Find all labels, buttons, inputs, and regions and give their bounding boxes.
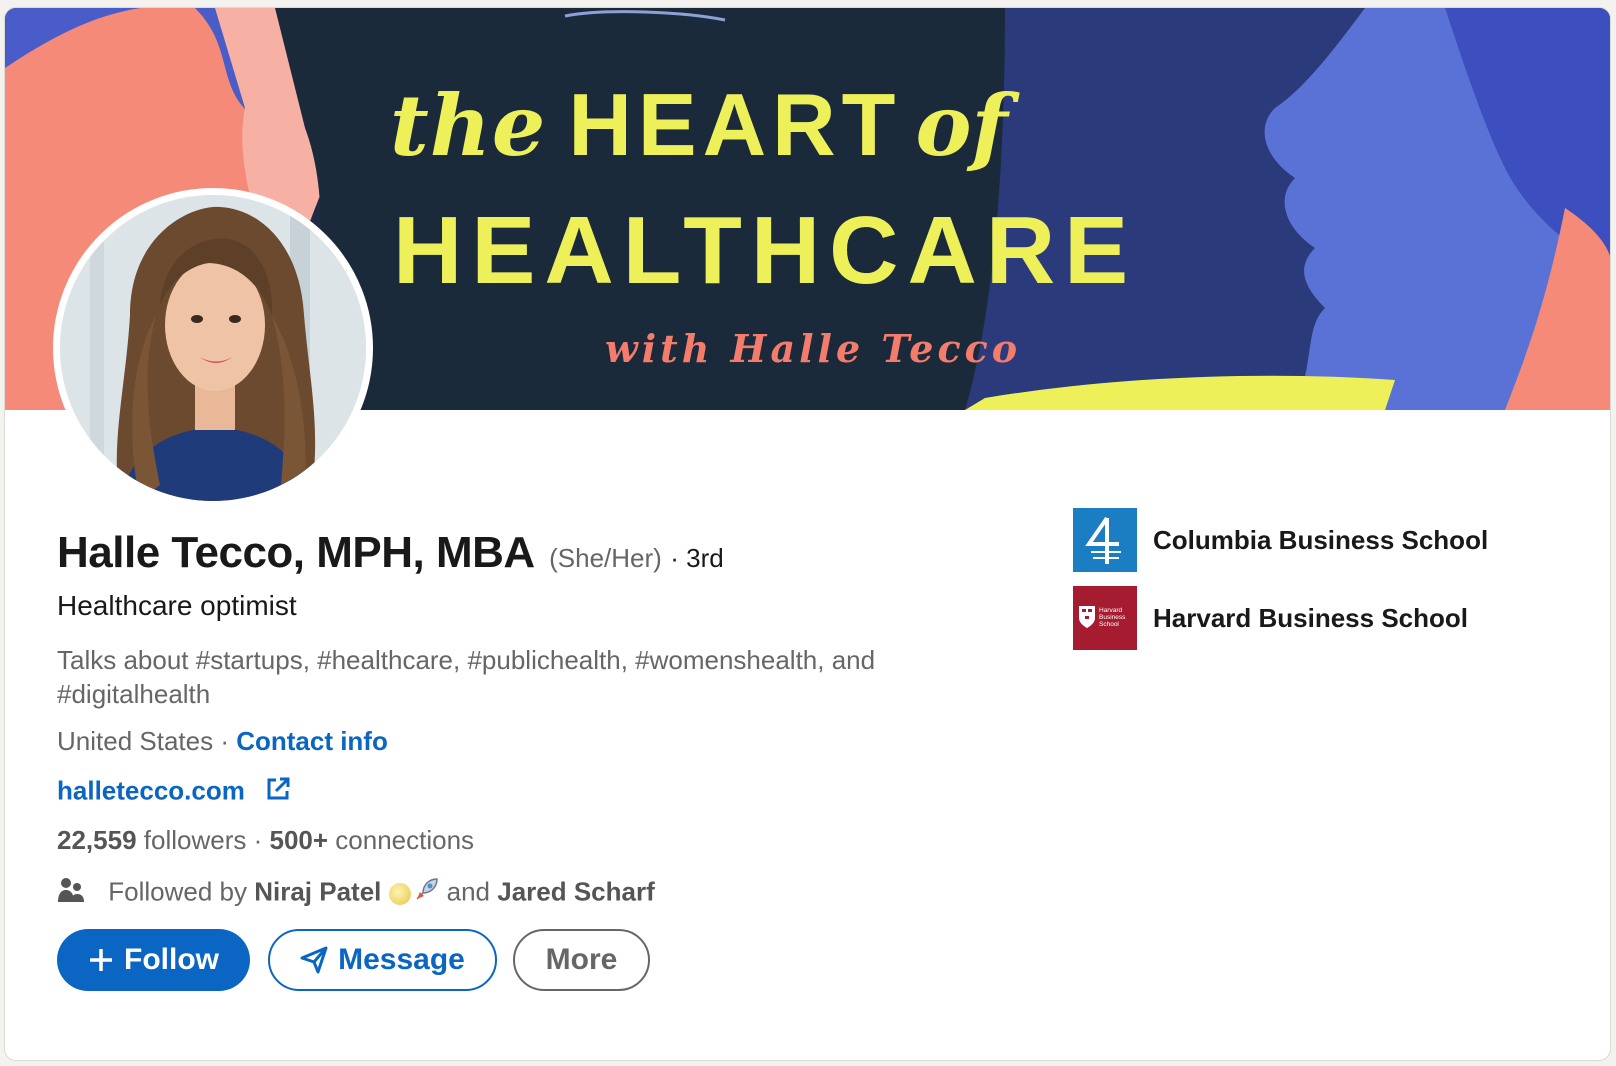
harvard-logo-icon: Harvard Business School [1073,586,1137,650]
followed-by-row[interactable]: Followed by Niraj Patel and Jared Scharf [57,876,655,911]
stats-separator: · [253,825,270,855]
moon-emoji-icon [389,882,412,905]
followers-count: 22,559 [57,825,137,855]
more-button[interactable]: More [513,929,650,991]
name-row: Halle Tecco, MPH, MBA (She/Her) · 3rd [57,528,724,578]
website-row: halletecco.com [57,775,292,810]
profile-card: theHEARTof HEALTHCARE with Halle Tecco [4,7,1611,1061]
profile-avatar[interactable] [53,188,373,508]
followers-label: followers [143,825,247,855]
message-button[interactable]: Message [268,929,497,991]
contact-info-link[interactable]: Contact info [236,726,388,756]
svg-text:Harvard: Harvard [1099,607,1123,614]
stats-row: 22,559 followers · 500+ connections [57,825,474,856]
plus-icon [90,949,112,971]
education-name: Harvard Business School [1153,602,1468,633]
follower-name-2: Jared Scharf [497,876,655,907]
follow-button[interactable]: Follow [57,929,250,991]
external-link-icon[interactable] [264,775,292,810]
banner-word-heart: HEART [568,75,902,174]
profile-pronouns: (She/Her) [549,543,662,573]
connections-count[interactable]: 500+ [269,825,328,855]
follow-button-label: Follow [124,943,219,976]
columbia-logo-icon [1073,508,1137,572]
banner-word-the: the [390,76,547,175]
more-button-label: More [545,943,618,976]
education-item-columbia[interactable]: Columbia Business School [1073,508,1488,572]
people-icon [57,876,85,911]
profile-location: United States [57,726,214,756]
followed-by-prefix: Followed by [108,876,247,907]
rocket-emoji-icon [413,877,439,910]
banner-title-line2: HEALTHCARE [393,197,1138,304]
website-link[interactable]: halletecco.com [57,775,245,805]
banner-title-line1: the HEART of [390,74,1008,176]
banner-subtitle: with Halle Tecco [605,326,1022,371]
location-row: United States · Contact info [57,726,388,757]
talks-about: Talks about #startups, #healthcare, #pub… [57,645,876,709]
send-icon [300,946,328,974]
connections-label[interactable]: connections [335,825,474,855]
avatar-photo [60,195,366,501]
profile-name: Halle Tecco, MPH, MBA [57,528,535,577]
followed-by-and: and [446,876,490,907]
svg-text:School: School [1099,621,1119,628]
education-name: Columbia Business School [1153,524,1489,555]
location-separator: · [213,726,237,756]
message-button-label: Message [338,943,465,976]
svg-text:Business: Business [1099,614,1126,621]
banner-word-of: of [915,76,1008,175]
profile-headline: Healthcare optimist [57,590,297,621]
education-item-harvard[interactable]: Harvard Business School Harvard Business… [1073,586,1468,650]
follower-name-1: Niraj Patel [254,876,382,907]
connection-degree: · 3rd [670,543,724,573]
